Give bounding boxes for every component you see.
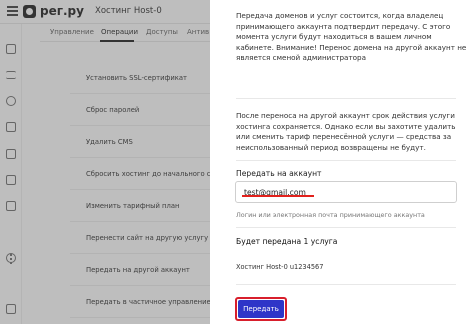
divider: [236, 98, 456, 99]
services-count-label: Будет передана 1 услуга: [236, 237, 338, 246]
transfer-account-label: Передать на аккаунт: [236, 169, 322, 178]
account-input[interactable]: test@gmail.com: [235, 181, 457, 203]
annotation-underline: [242, 195, 314, 197]
service-item: Хостинг Host-0 u1234567: [236, 263, 324, 271]
submit-label: Передать: [238, 300, 284, 318]
transfer-drawer: Передача доменов и услуг состоится, когд…: [210, 0, 474, 324]
divider: [236, 227, 456, 228]
account-hint: Логин или электронная почта принимающего…: [236, 211, 425, 219]
submit-transfer-button[interactable]: Передать: [235, 297, 287, 321]
divider: [236, 284, 456, 285]
refund-warning-text: После переноса на другой аккаунт срок де…: [236, 111, 456, 152]
transfer-info-text: Передача доменов и услуг состоится, когд…: [236, 11, 467, 63]
divider: [236, 160, 456, 161]
modal-overlay[interactable]: [0, 0, 210, 324]
